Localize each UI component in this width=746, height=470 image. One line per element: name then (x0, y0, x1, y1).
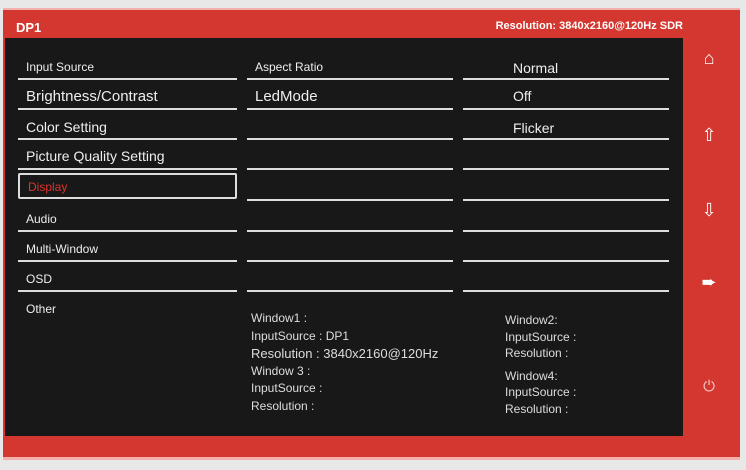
submenu-empty (247, 173, 453, 201)
submenu-empty (247, 264, 453, 292)
menu-brightness-contrast[interactable]: Brightness/Contrast (18, 82, 237, 110)
window1-label: Window1 : (251, 311, 308, 325)
menu-picture-quality[interactable]: Picture Quality Setting (18, 142, 237, 170)
value-flicker[interactable]: Flicker (463, 112, 669, 140)
input-source-title: DP1 (16, 20, 42, 35)
power-icon[interactable]: ⏻ (697, 378, 721, 402)
menu-input-source[interactable]: Input Source (18, 52, 237, 80)
submenu-aspect-ratio[interactable]: Aspect Ratio (247, 52, 453, 80)
value-empty (463, 142, 669, 170)
menu-audio[interactable]: Audio (18, 204, 237, 232)
value-empty (463, 173, 669, 201)
arrow-down-icon[interactable]: ⇩ (697, 200, 721, 224)
submenu-empty (247, 204, 453, 232)
window4-label: Window4: (505, 368, 558, 383)
window3-input: InputSource : (251, 381, 323, 395)
submenu-empty (247, 112, 453, 140)
window2-info: Window2: InputSource : Resolution : Wind… (505, 312, 576, 417)
menu-display[interactable]: Display (18, 173, 237, 199)
value-empty (463, 204, 669, 232)
window2-resolution: Resolution : (505, 346, 569, 360)
submenu-ledmode[interactable]: LedMode (247, 82, 453, 110)
menu-other[interactable]: Other (18, 294, 237, 322)
value-empty (463, 264, 669, 292)
window4-input: InputSource : (505, 385, 577, 399)
window3-resolution: Resolution : (251, 398, 315, 413)
window2-label: Window2: (505, 313, 558, 327)
menu-multi-window[interactable]: Multi-Window (18, 234, 237, 262)
window4-resolution: Resolution : (505, 401, 569, 416)
value-normal[interactable]: Normal (463, 52, 669, 80)
window2-input: InputSource : (505, 329, 577, 344)
arrow-up-icon[interactable]: ⇧ (697, 125, 721, 149)
window1-resolution: Resolution : 3840x2160@120Hz (251, 346, 439, 361)
exit-icon[interactable]: ➨ (697, 272, 721, 296)
window1-info: Window1 : InputSource : DP1 Resolution :… (251, 310, 438, 415)
home-icon[interactable]: ⌂ (697, 48, 721, 72)
submenu-empty (247, 234, 453, 262)
value-empty (463, 234, 669, 262)
window3-label: Window 3 : (251, 363, 311, 378)
value-off[interactable]: Off (463, 82, 669, 110)
resolution-status: Resolution: 3840x2160@120Hz SDR (495, 20, 683, 32)
submenu-empty (247, 142, 453, 170)
window1-input: InputSource : DP1 (251, 328, 350, 343)
menu-color-setting[interactable]: Color Setting (18, 112, 237, 140)
menu-osd[interactable]: OSD (18, 264, 237, 292)
